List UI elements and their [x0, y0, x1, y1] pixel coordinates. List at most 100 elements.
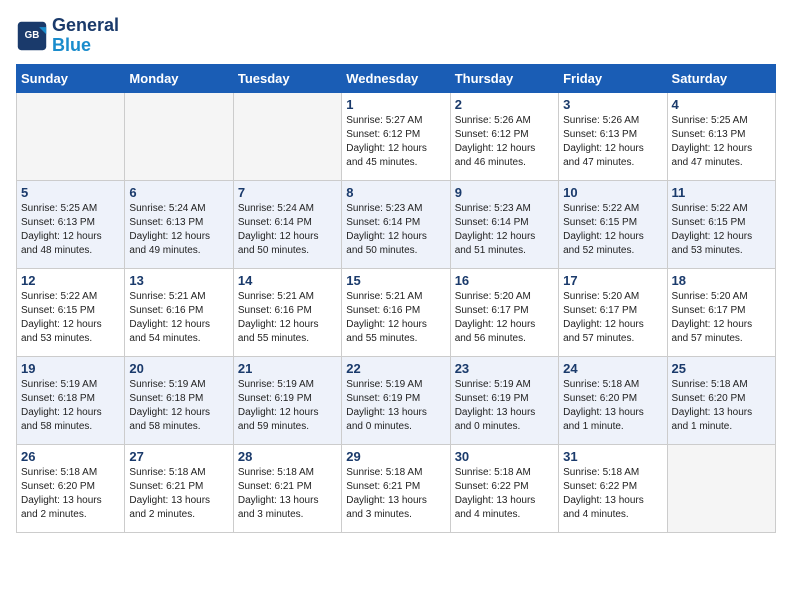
day-cell: 1 Sunrise: 5:27 AM Sunset: 6:12 PM Daylig… — [342, 92, 450, 180]
day-number: 11 — [672, 185, 771, 200]
day-cell: 18Sunrise: 5:20 AM Sunset: 6:17 PM Dayli… — [667, 268, 775, 356]
day-number: 3 — [563, 97, 662, 112]
day-cell: 19Sunrise: 5:19 AM Sunset: 6:18 PM Dayli… — [17, 356, 125, 444]
day-number: 6 — [129, 185, 228, 200]
day-info: Sunrise: 5:22 AM Sunset: 6:15 PM Dayligh… — [672, 202, 771, 258]
day-cell — [233, 92, 341, 180]
day-cell: 25 Sunrise: 5:18 AM Sunset: 6:20 PM Dayli… — [667, 356, 775, 444]
day-number: 2 — [455, 97, 554, 112]
day-cell: 13 Sunrise: 5:21 AM Sunset: 6:16 PM Dayli… — [125, 268, 233, 356]
day-number: 26 — [21, 449, 120, 464]
day-number: 16 — [455, 273, 554, 288]
day-info: Sunrise: 5:20 AM Sunset: 6:17 PM Dayligh… — [672, 290, 771, 346]
weekday-header-tuesday: Tuesday — [233, 64, 341, 92]
day-cell — [125, 92, 233, 180]
day-number: 21 — [238, 361, 337, 376]
day-info: Sunrise: 5:18 AM Sunset: 6:21 PM Dayligh… — [129, 466, 228, 522]
day-number: 8 — [346, 185, 445, 200]
day-number: 30 — [455, 449, 554, 464]
day-cell: 15Sunrise: 5:21 AM Sunset: 6:16 PM Dayli… — [342, 268, 450, 356]
week-row-5: 26 Sunrise: 5:18 AM Sunset: 6:20 PM Dayli… — [17, 444, 776, 532]
day-cell: 22Sunrise: 5:19 AM Sunset: 6:19 PM Dayli… — [342, 356, 450, 444]
day-info: Sunrise: 5:23 AM Sunset: 6:14 PM Dayligh… — [346, 202, 445, 258]
logo-general: General — [52, 16, 119, 36]
week-row-3: 12 Sunrise: 5:22 AM Sunset: 6:15 PM Dayli… — [17, 268, 776, 356]
day-cell: 3 Sunrise: 5:26 AM Sunset: 6:13 PM Daylig… — [559, 92, 667, 180]
day-number: 13 — [129, 273, 228, 288]
day-info: Sunrise: 5:19 AM Sunset: 6:18 PM Dayligh… — [129, 378, 228, 434]
day-info: Sunrise: 5:25 AM Sunset: 6:13 PM Dayligh… — [672, 114, 771, 170]
day-cell: 6 Sunrise: 5:24 AM Sunset: 6:13 PM Daylig… — [125, 180, 233, 268]
day-info: Sunrise: 5:21 AM Sunset: 6:16 PM Dayligh… — [129, 290, 228, 346]
day-number: 14 — [238, 273, 337, 288]
day-number: 24 — [563, 361, 662, 376]
day-cell: 11 Sunrise: 5:22 AM Sunset: 6:15 PM Dayli… — [667, 180, 775, 268]
day-info: Sunrise: 5:26 AM Sunset: 6:12 PM Dayligh… — [455, 114, 554, 170]
day-number: 22 — [346, 361, 445, 376]
day-cell: 17 Sunrise: 5:20 AM Sunset: 6:17 PM Dayli… — [559, 268, 667, 356]
day-info: Sunrise: 5:18 AM Sunset: 6:21 PM Dayligh… — [238, 466, 337, 522]
day-cell: 7Sunrise: 5:24 AM Sunset: 6:14 PM Daylig… — [233, 180, 341, 268]
day-cell: 9Sunrise: 5:23 AM Sunset: 6:14 PM Daylig… — [450, 180, 558, 268]
day-number: 25 — [672, 361, 771, 376]
day-cell: 24 Sunrise: 5:18 AM Sunset: 6:20 PM Dayli… — [559, 356, 667, 444]
weekday-header-friday: Friday — [559, 64, 667, 92]
day-cell: 23 Sunrise: 5:19 AM Sunset: 6:19 PM Dayli… — [450, 356, 558, 444]
day-number: 9 — [455, 185, 554, 200]
day-number: 7 — [238, 185, 337, 200]
day-info: Sunrise: 5:20 AM Sunset: 6:17 PM Dayligh… — [455, 290, 554, 346]
day-number: 29 — [346, 449, 445, 464]
day-cell: 5Sunrise: 5:25 AM Sunset: 6:13 PM Daylig… — [17, 180, 125, 268]
day-cell: 30 Sunrise: 5:18 AM Sunset: 6:22 PM Dayli… — [450, 444, 558, 532]
svg-text:GB: GB — [25, 30, 40, 41]
day-cell: 28 Sunrise: 5:18 AM Sunset: 6:21 PM Dayli… — [233, 444, 341, 532]
day-info: Sunrise: 5:18 AM Sunset: 6:20 PM Dayligh… — [672, 378, 771, 434]
weekday-header-wednesday: Wednesday — [342, 64, 450, 92]
day-number: 19 — [21, 361, 120, 376]
day-number: 4 — [672, 97, 771, 112]
day-info: Sunrise: 5:19 AM Sunset: 6:19 PM Dayligh… — [455, 378, 554, 434]
weekday-header-saturday: Saturday — [667, 64, 775, 92]
day-info: Sunrise: 5:22 AM Sunset: 6:15 PM Dayligh… — [563, 202, 662, 258]
logo-icon: GB — [16, 20, 48, 52]
day-info: Sunrise: 5:21 AM Sunset: 6:16 PM Dayligh… — [238, 290, 337, 346]
day-info: Sunrise: 5:18 AM Sunset: 6:21 PM Dayligh… — [346, 466, 445, 522]
day-info: Sunrise: 5:27 AM Sunset: 6:12 PM Dayligh… — [346, 114, 445, 170]
day-cell: 12 Sunrise: 5:22 AM Sunset: 6:15 PM Dayli… — [17, 268, 125, 356]
day-number: 12 — [21, 273, 120, 288]
day-number: 28 — [238, 449, 337, 464]
day-number: 15 — [346, 273, 445, 288]
logo-blue: Blue — [52, 36, 119, 56]
day-info: Sunrise: 5:24 AM Sunset: 6:13 PM Dayligh… — [129, 202, 228, 258]
day-cell: 31Sunrise: 5:18 AM Sunset: 6:22 PM Dayli… — [559, 444, 667, 532]
weekday-header-thursday: Thursday — [450, 64, 558, 92]
day-cell: 27 Sunrise: 5:18 AM Sunset: 6:21 PM Dayli… — [125, 444, 233, 532]
day-cell — [667, 444, 775, 532]
day-cell: 10Sunrise: 5:22 AM Sunset: 6:15 PM Dayli… — [559, 180, 667, 268]
day-number: 23 — [455, 361, 554, 376]
day-info: Sunrise: 5:25 AM Sunset: 6:13 PM Dayligh… — [21, 202, 120, 258]
day-cell — [17, 92, 125, 180]
day-cell: 2 Sunrise: 5:26 AM Sunset: 6:12 PM Daylig… — [450, 92, 558, 180]
week-row-2: 5Sunrise: 5:25 AM Sunset: 6:13 PM Daylig… — [17, 180, 776, 268]
week-row-4: 19 Sunrise: 5:19 AM Sunset: 6:18 PM Dayli… — [17, 356, 776, 444]
weekday-header-sunday: Sunday — [17, 64, 125, 92]
day-number: 1 — [346, 97, 445, 112]
day-cell: 20Sunrise: 5:19 AM Sunset: 6:18 PM Dayli… — [125, 356, 233, 444]
day-info: Sunrise: 5:18 AM Sunset: 6:22 PM Dayligh… — [455, 466, 554, 522]
day-info: Sunrise: 5:18 AM Sunset: 6:20 PM Dayligh… — [21, 466, 120, 522]
day-number: 31 — [563, 449, 662, 464]
day-cell: 21 Sunrise: 5:19 AM Sunset: 6:19 PM Dayli… — [233, 356, 341, 444]
day-info: Sunrise: 5:26 AM Sunset: 6:13 PM Dayligh… — [563, 114, 662, 170]
day-number: 27 — [129, 449, 228, 464]
day-number: 17 — [563, 273, 662, 288]
day-cell: 26 Sunrise: 5:18 AM Sunset: 6:20 PM Dayli… — [17, 444, 125, 532]
day-info: Sunrise: 5:22 AM Sunset: 6:15 PM Dayligh… — [21, 290, 120, 346]
calendar-table: SundayMondayTuesdayWednesdayThursdayFrid… — [16, 64, 776, 533]
day-info: Sunrise: 5:18 AM Sunset: 6:20 PM Dayligh… — [563, 378, 662, 434]
day-cell: 29 Sunrise: 5:18 AM Sunset: 6:21 PM Dayli… — [342, 444, 450, 532]
day-info: Sunrise: 5:19 AM Sunset: 6:19 PM Dayligh… — [238, 378, 337, 434]
day-cell: 8 Sunrise: 5:23 AM Sunset: 6:14 PM Daylig… — [342, 180, 450, 268]
weekday-header-monday: Monday — [125, 64, 233, 92]
day-info: Sunrise: 5:20 AM Sunset: 6:17 PM Dayligh… — [563, 290, 662, 346]
